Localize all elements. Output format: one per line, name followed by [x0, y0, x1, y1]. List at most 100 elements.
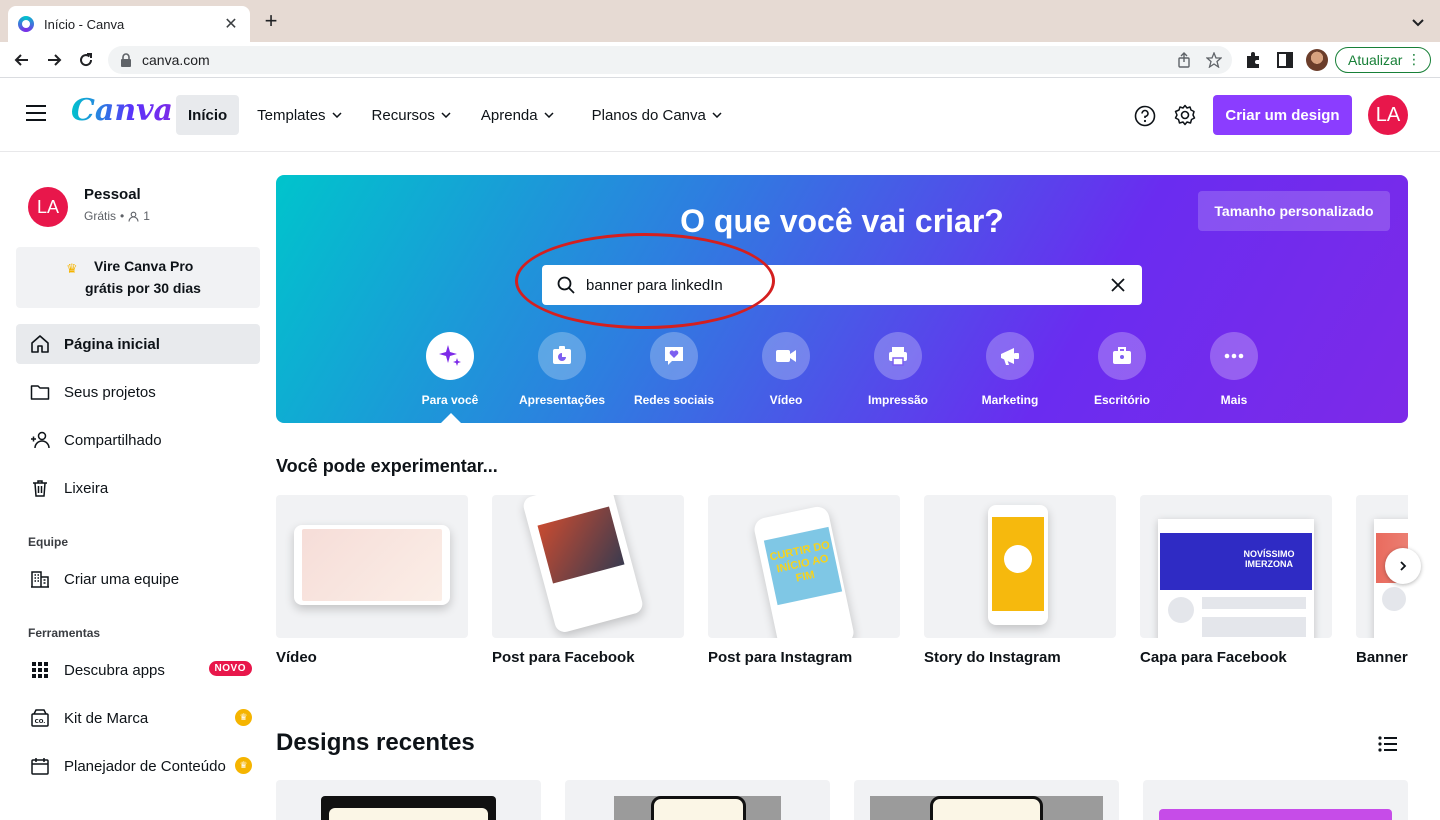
- carousel-next-button[interactable]: [1385, 548, 1421, 584]
- sidebar-item-label: Lixeira: [64, 479, 109, 497]
- suggestion-card-instagram-post[interactable]: CURTIR DO INÍCIO AO FIM Post para Instag…: [708, 495, 900, 666]
- card-label: Capa para Facebook: [1140, 649, 1287, 666]
- category-label: Apresentações: [518, 393, 606, 407]
- custom-size-button[interactable]: Tamanho personalizado: [1198, 191, 1390, 231]
- category-more[interactable]: Mais: [1178, 332, 1290, 407]
- pro-crown-icon: ♛: [235, 757, 252, 774]
- briefcase-icon: [1113, 347, 1131, 364]
- create-design-button[interactable]: Criar um design: [1213, 95, 1352, 135]
- nav-label: Aprenda: [480, 106, 538, 124]
- category-label: Redes sociais: [633, 393, 715, 407]
- suggestion-card-instagram-story[interactable]: Story do Instagram: [924, 495, 1116, 666]
- sidebar-item-label: Criar uma equipe: [64, 570, 180, 588]
- sidebar-item-shared[interactable]: Compartilhado: [16, 420, 260, 460]
- category-label: Marketing: [981, 393, 1039, 407]
- chevron-down-icon: [712, 112, 722, 118]
- tools-heading: Ferramentas: [28, 626, 101, 640]
- pro-crown-icon: ♛: [235, 709, 252, 726]
- home-icon: [31, 335, 49, 353]
- megaphone-icon: [1001, 348, 1019, 365]
- canva-pro-promo[interactable]: ♛ Vire Canva Pro grátis por 30 dias: [16, 247, 260, 308]
- canva-logo[interactable]: Canva: [71, 93, 173, 128]
- user-avatar[interactable]: LA: [1368, 95, 1408, 135]
- browser-tab[interactable]: Início - Canva ✕: [8, 6, 250, 42]
- account-plan: Grátis • 1: [84, 209, 150, 223]
- sidebar-item-home[interactable]: Página inicial: [16, 324, 260, 364]
- category-label: Para você: [421, 393, 479, 407]
- recent-design-card[interactable]: [276, 780, 541, 820]
- annotation-highlight-ellipse: [515, 233, 775, 329]
- nav-templates[interactable]: Templates: [245, 95, 353, 135]
- category-social-media[interactable]: Redes sociais: [618, 332, 730, 407]
- suggestion-card-facebook-post[interactable]: Post para Facebook: [492, 495, 684, 666]
- nav-recursos[interactable]: Recursos: [360, 95, 463, 135]
- clear-search-icon[interactable]: [1110, 277, 1126, 293]
- sidebar-item-projects[interactable]: Seus projetos: [16, 372, 260, 412]
- suggestion-card-video[interactable]: Vídeo: [276, 495, 468, 666]
- building-icon: [31, 571, 49, 588]
- suggestion-card-facebook-cover[interactable]: NOVÍSSIMO IMERZONA Capa para Facebook: [1140, 495, 1332, 666]
- close-tab-icon[interactable]: ✕: [222, 14, 240, 34]
- shared-people-icon: [31, 431, 50, 449]
- category-for-you[interactable]: Para você: [394, 332, 506, 407]
- sidebar-item-trash[interactable]: Lixeira: [16, 468, 260, 508]
- calendar-icon: [31, 758, 49, 775]
- sidebar-item-label: Planejador de Conteúdo: [64, 757, 226, 775]
- category-video[interactable]: Vídeo: [730, 332, 842, 407]
- account-avatar[interactable]: LA: [28, 187, 68, 227]
- sidebar: LA Pessoal Grátis • 1 ♛ Vire Canva Pro g…: [0, 151, 276, 819]
- video-camera-icon: [776, 350, 796, 362]
- apps-grid-icon: [32, 662, 48, 678]
- side-panel-icon[interactable]: [1275, 50, 1295, 70]
- new-tab-icon[interactable]: +: [260, 10, 282, 32]
- lock-icon: [121, 53, 131, 67]
- browser-tabbar: Início - Canva ✕ +: [0, 0, 1440, 42]
- chevron-right-icon: [1400, 561, 1407, 571]
- nav-aprenda[interactable]: Aprenda: [469, 95, 566, 135]
- recent-design-card[interactable]: [854, 780, 1119, 820]
- sidebar-item-brand-kit[interactable]: CO. Kit de Marca ♛: [16, 698, 260, 738]
- reload-icon[interactable]: [74, 48, 98, 72]
- sidebar-item-apps[interactable]: Descubra apps NOVO: [16, 650, 260, 690]
- sidebar-item-label: Seus projetos: [64, 383, 156, 401]
- nav-inicio[interactable]: Início: [176, 95, 240, 135]
- tab-search-chevron-icon[interactable]: [1408, 12, 1428, 32]
- suggestions-carousel: Vídeo Post para Facebook CURTIR DO INÍCI…: [276, 495, 1408, 675]
- sidebar-item-label: Compartilhado: [64, 431, 162, 449]
- sparkle-icon: [439, 345, 461, 366]
- gear-icon[interactable]: [1174, 104, 1196, 126]
- category-presentations[interactable]: Apresentações: [506, 332, 618, 407]
- back-icon[interactable]: [10, 48, 34, 72]
- nav-planos[interactable]: Planos do Canva: [580, 95, 734, 135]
- category-label: Escritório: [1093, 393, 1150, 407]
- recent-designs-title: Designs recentes: [276, 729, 475, 756]
- account-name[interactable]: Pessoal: [84, 186, 141, 203]
- menu-hamburger-icon[interactable]: [26, 105, 46, 123]
- recent-design-card[interactable]: [565, 780, 830, 820]
- bookmark-star-icon[interactable]: [1206, 52, 1222, 68]
- facebook-cover-art: NOVÍSSIMO IMERZONA: [1243, 549, 1295, 569]
- browser-profile-avatar[interactable]: [1306, 49, 1328, 71]
- card-label: Post para Facebook: [492, 649, 635, 666]
- update-browser-button[interactable]: Atualizar ⋮: [1335, 47, 1431, 73]
- category-marketing[interactable]: Marketing: [954, 332, 1066, 407]
- category-shortcuts: Para você Apresentações Redes sociais Ví…: [411, 332, 1291, 412]
- sidebar-item-create-team[interactable]: Criar uma equipe: [16, 559, 260, 599]
- address-bar[interactable]: canva.com: [108, 46, 1232, 74]
- category-office[interactable]: Escritório: [1066, 332, 1178, 407]
- share-icon[interactable]: [1176, 52, 1192, 68]
- team-heading: Equipe: [28, 535, 69, 549]
- help-icon[interactable]: [1134, 105, 1156, 127]
- url-text: canva.com: [142, 52, 210, 68]
- list-view-icon[interactable]: [1378, 735, 1398, 753]
- category-print[interactable]: Impressão: [842, 332, 954, 407]
- forward-icon[interactable]: [42, 48, 66, 72]
- canva-header: Canva Início Templates Recursos Aprenda …: [0, 79, 1440, 151]
- person-icon: [128, 211, 139, 222]
- sidebar-item-planner[interactable]: Planejador de Conteúdo ♛: [16, 746, 260, 786]
- category-label: Impressão: [867, 393, 929, 407]
- card-thumbnail: [276, 495, 468, 638]
- recent-design-card[interactable]: [1143, 780, 1408, 820]
- extensions-puzzle-icon[interactable]: [1243, 50, 1263, 70]
- more-vert-icon: ⋮: [1407, 51, 1421, 67]
